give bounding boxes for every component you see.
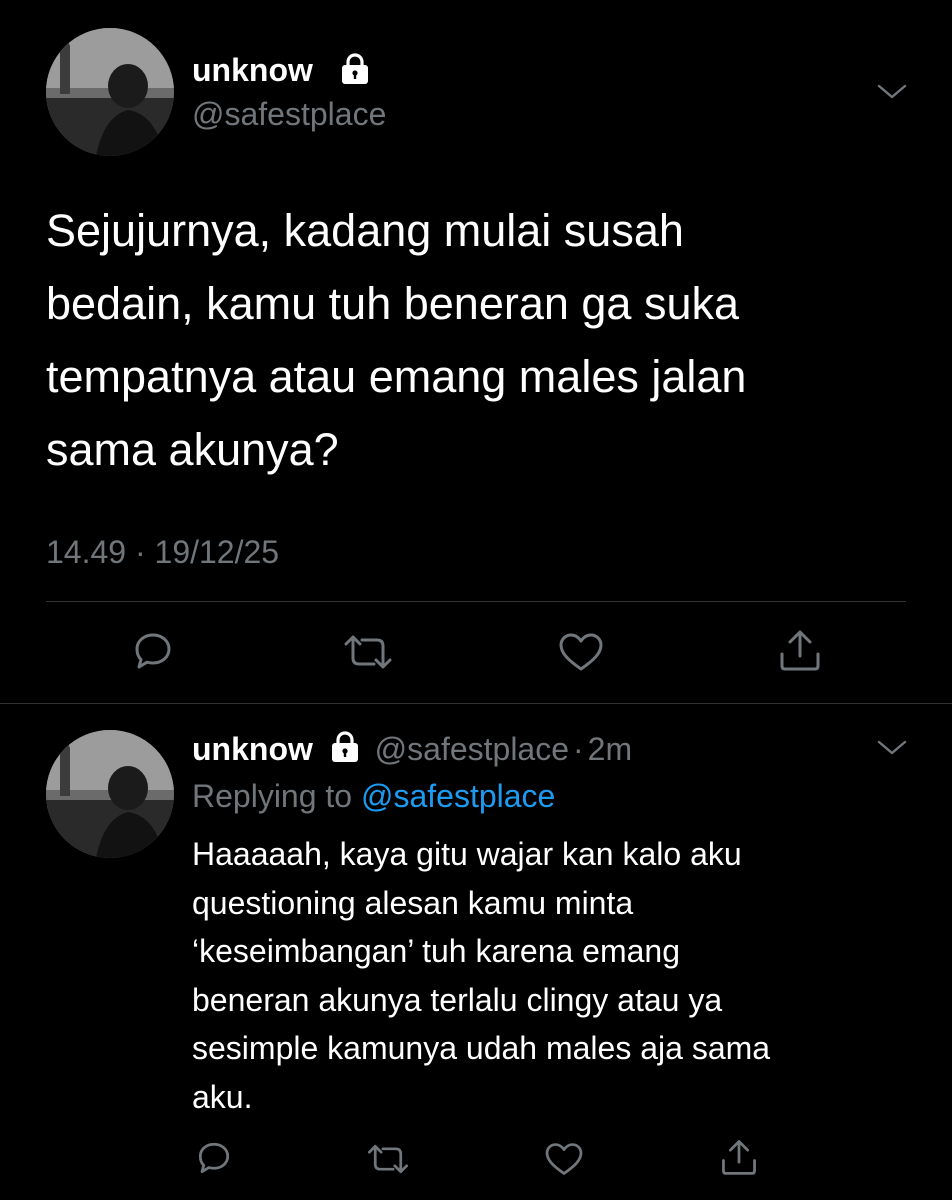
divider <box>0 703 952 704</box>
retweet-icon[interactable] <box>340 632 396 672</box>
handle[interactable]: @safestplace <box>375 731 569 767</box>
reply-icon[interactable] <box>132 630 174 672</box>
reply-text-line: Haaaaah, kaya gitu wajar kan kalo aku <box>192 836 742 872</box>
share-icon[interactable] <box>778 628 822 672</box>
tweet-text-line: bedain, kamu tuh beneran ga suka <box>46 278 739 329</box>
reply-text-line: questioning alesan kamu minta <box>192 884 634 921</box>
separator: · <box>573 731 584 767</box>
display-name[interactable]: unknow <box>192 52 313 89</box>
chevron-down-icon[interactable] <box>876 736 908 758</box>
display-name-text[interactable]: unknow <box>192 52 313 88</box>
replying-to: Replying to @safestplace <box>192 778 555 815</box>
handle[interactable]: @safestplace <box>192 96 386 133</box>
tweet-timestamp[interactable]: 14.49 · 19/12/25 <box>46 534 279 571</box>
replying-to-handle[interactable]: @safestplace <box>361 778 555 814</box>
reply-text-line: beneran akunya terlalu clingy atau ya <box>192 981 723 1018</box>
lock-icon <box>338 52 372 86</box>
tweet-text-line: Sejujurnya, kadang mulai susah <box>46 205 684 256</box>
reply-text-line: aku. <box>192 1078 253 1115</box>
retweet-icon[interactable] <box>364 1142 412 1176</box>
tweet-text-line: tempatnya atau emang males jalan <box>46 351 747 402</box>
reply-icon[interactable] <box>196 1140 232 1176</box>
avatar[interactable] <box>46 28 174 156</box>
heart-icon[interactable] <box>558 632 604 672</box>
divider <box>46 601 906 602</box>
chevron-down-icon[interactable] <box>876 80 908 102</box>
heart-icon[interactable] <box>544 1142 584 1176</box>
avatar[interactable] <box>46 730 174 858</box>
tweet-time[interactable]: 2m <box>588 731 632 767</box>
lock-icon <box>328 730 362 764</box>
share-icon[interactable] <box>720 1138 758 1176</box>
replying-to-label: Replying to <box>192 778 353 814</box>
tweet-text: Sejujurnya, kadang mulai susah bedain, k… <box>46 194 746 486</box>
display-name[interactable]: unknow <box>192 731 313 767</box>
tweet-text-line: sama akunya? <box>46 424 339 475</box>
reply-text-line: ‘keseimbangan’ tuh karena emang <box>192 933 681 969</box>
reply-header: unknow @safestplace · 2m <box>192 730 632 768</box>
reply-text-line: sesimple kamunya udah males aja sama <box>192 1030 771 1066</box>
reply-text: Haaaaah, kaya gitu wajar kan kalo aku qu… <box>192 830 770 1121</box>
